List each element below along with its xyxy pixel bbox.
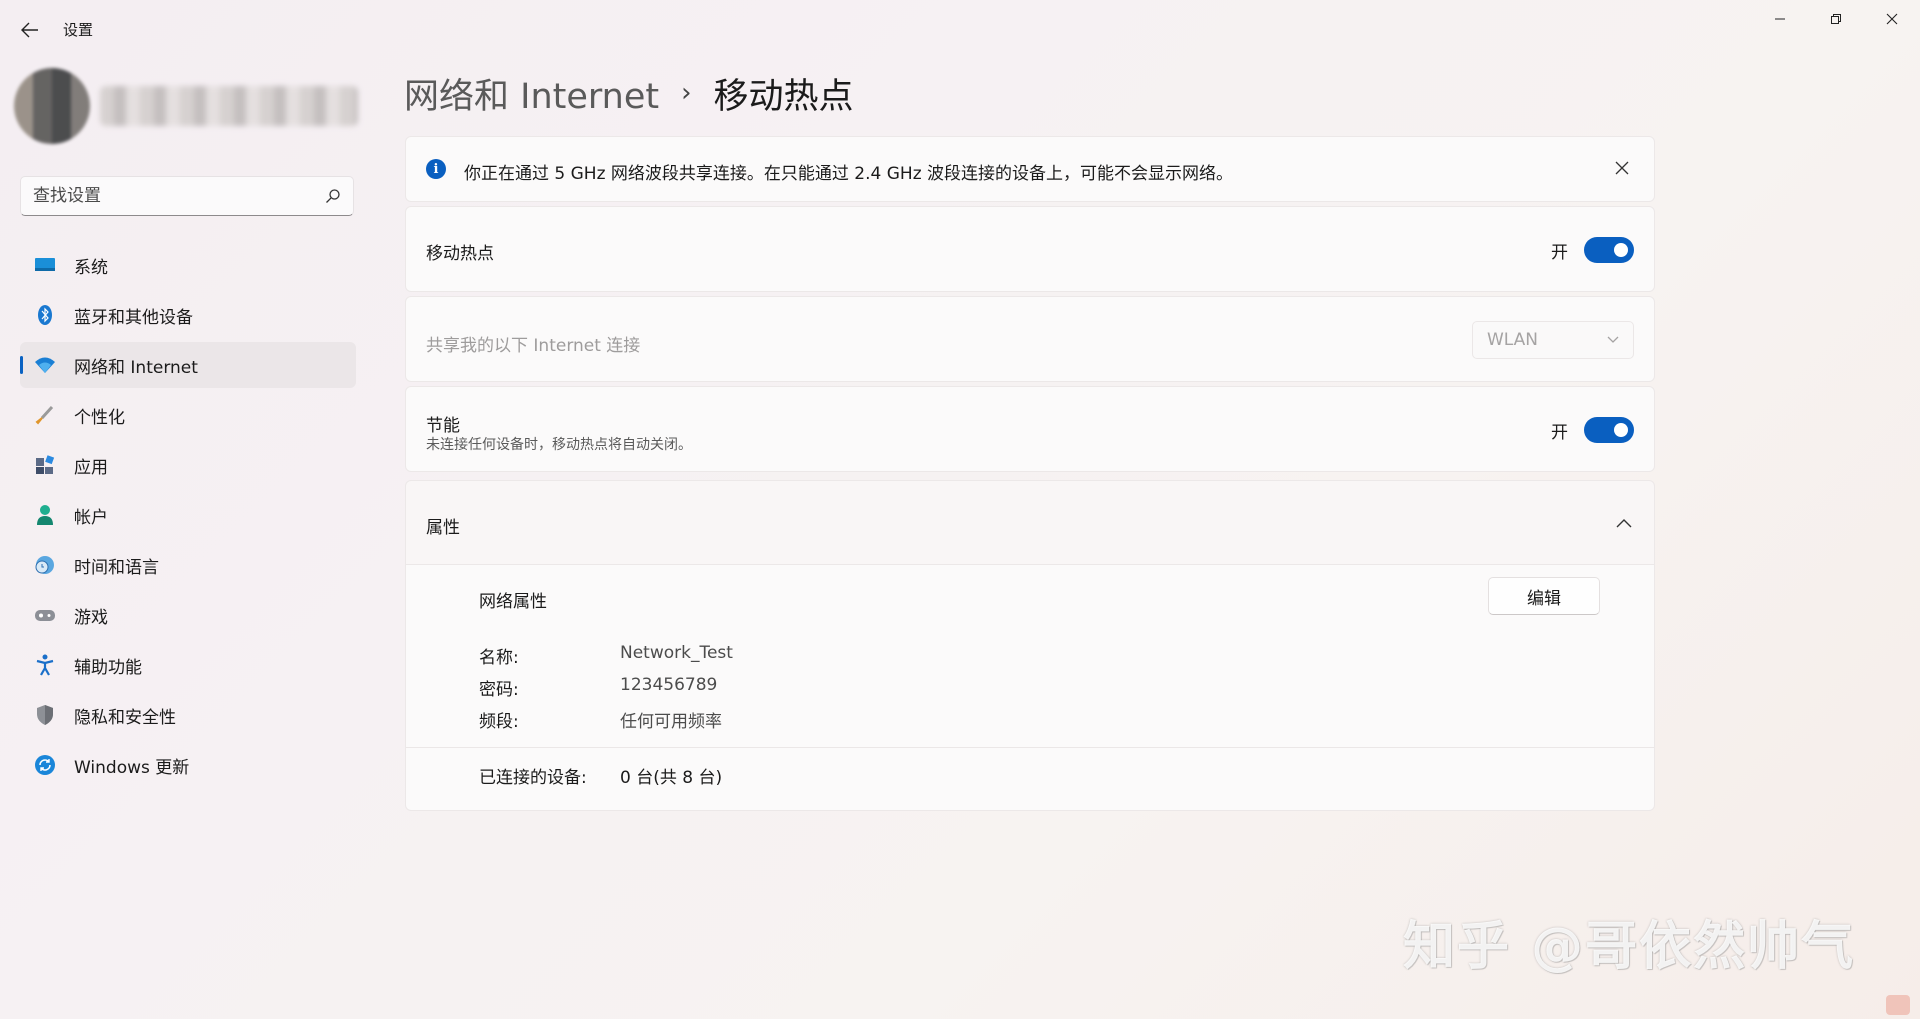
sidebar-item-network[interactable]: 网络和 Internet	[20, 342, 356, 388]
window-controls	[1752, 0, 1920, 38]
share-connection-label: 共享我的以下 Internet 连接	[426, 336, 641, 356]
dismiss-info-button[interactable]	[1610, 156, 1634, 180]
hotspot-toggle-group: 开	[1551, 237, 1634, 263]
toggle-knob	[1614, 243, 1628, 257]
info-icon: i	[426, 159, 446, 179]
properties-header-label: 属性	[426, 518, 460, 538]
user-profile[interactable]	[14, 68, 359, 146]
sidebar-item-system[interactable]: 系统	[20, 242, 356, 288]
divider	[406, 747, 1654, 748]
network-properties-title: 网络属性	[479, 592, 547, 612]
chevron-down-icon	[1607, 336, 1619, 343]
sidebar-item-label: 隐私和安全性	[74, 707, 176, 728]
connected-devices-value: 0 台(共 8 台)	[620, 768, 723, 788]
power-saving-description: 未连接任何设备时，移动热点将自动关闭。	[426, 437, 692, 453]
sidebar-item-label: Windows 更新	[74, 757, 190, 778]
edit-button[interactable]: 编辑	[1488, 577, 1600, 615]
sidebar-item-time-language[interactable]: 时间和语言	[20, 542, 356, 588]
property-password-row: 密码: 123456789	[479, 675, 717, 700]
property-password-key: 密码:	[479, 680, 519, 700]
property-password-value: 123456789	[620, 675, 718, 695]
sidebar-item-personalization[interactable]: 个性化	[20, 392, 356, 438]
watermark-badge	[1886, 995, 1910, 1015]
toggle-knob	[1614, 423, 1628, 437]
sidebar-item-gaming[interactable]: 游戏	[20, 592, 356, 638]
user-name-blurred	[100, 86, 358, 126]
power-saving-row: 节能 未连接任何设备时，移动热点将自动关闭。 开	[405, 386, 1655, 472]
restore-button[interactable]	[1808, 0, 1864, 38]
bluetooth-icon	[34, 304, 56, 326]
title-bar: 设置	[0, 0, 1920, 58]
wifi-icon	[34, 354, 56, 376]
update-icon	[34, 754, 56, 776]
sidebar-item-apps[interactable]: 应用	[20, 442, 356, 488]
sidebar-item-privacy[interactable]: 隐私和安全性	[20, 692, 356, 738]
power-saving-toggle-group: 开	[1551, 417, 1634, 443]
watermark: 知乎 @哥依然帅气	[1403, 917, 1856, 977]
properties-body: 网络属性 编辑 名称: Network_Test 密码: 123456789 频…	[405, 564, 1655, 811]
property-band-row: 频段: 任何可用频率	[479, 707, 722, 732]
sidebar-item-label: 系统	[74, 257, 108, 278]
sidebar-nav: 系统 蓝牙和其他设备 网络和 Internet 个性化 应用 帐户 时间和语言 …	[20, 242, 356, 792]
close-icon	[1615, 161, 1629, 175]
close-icon	[1886, 13, 1898, 25]
connected-devices-row: 已连接的设备: 0 台(共 8 台)	[479, 763, 722, 788]
minimize-button[interactable]	[1752, 0, 1808, 38]
property-band-key: 频段:	[479, 712, 519, 732]
sidebar-item-accounts[interactable]: 帐户	[20, 492, 356, 538]
power-saving-label: 节能	[426, 416, 460, 436]
search-box[interactable]	[20, 176, 354, 216]
hotspot-label: 移动热点	[426, 244, 494, 264]
chevron-up-icon[interactable]	[1614, 513, 1634, 533]
page-title: 移动热点	[713, 76, 854, 117]
avatar	[14, 68, 90, 144]
clock-globe-icon	[34, 554, 56, 576]
sidebar-item-label: 游戏	[74, 607, 108, 628]
breadcrumb-parent[interactable]: 网络和 Internet	[404, 68, 659, 119]
app-title: 设置	[63, 21, 94, 39]
power-saving-toggle[interactable]	[1584, 417, 1634, 443]
back-button[interactable]	[14, 14, 46, 46]
back-arrow-icon	[21, 22, 38, 38]
info-message: 你正在通过 5 GHz 网络波段共享连接。在只能通过 2.4 GHz 波段连接的…	[464, 164, 1234, 184]
property-name-value: Network_Test	[620, 643, 733, 663]
properties-header[interactable]: 属性	[405, 480, 1655, 565]
info-bar: i 你正在通过 5 GHz 网络波段共享连接。在只能通过 2.4 GHz 波段连…	[405, 136, 1655, 202]
apps-icon	[34, 454, 56, 476]
accessibility-icon	[34, 654, 56, 676]
breadcrumb-separator: ›	[681, 78, 692, 108]
restore-icon	[1831, 14, 1841, 24]
hotspot-toggle[interactable]	[1584, 237, 1634, 263]
person-icon	[34, 504, 56, 526]
sidebar-item-windows-update[interactable]: Windows 更新	[20, 742, 356, 788]
search-input[interactable]	[33, 186, 325, 206]
sidebar-item-label: 辅助功能	[74, 657, 142, 678]
brush-icon	[34, 404, 56, 426]
hotspot-state-text: 开	[1551, 242, 1568, 263]
sidebar-item-label: 个性化	[74, 407, 125, 428]
property-name-key: 名称:	[479, 648, 519, 668]
sidebar-item-label: 时间和语言	[74, 557, 159, 578]
hotspot-row: 移动热点 开	[405, 206, 1655, 292]
minimize-icon	[1775, 18, 1785, 20]
sidebar-item-label: 应用	[74, 457, 108, 478]
property-name-row: 名称: Network_Test	[479, 643, 733, 668]
share-connection-row: 共享我的以下 Internet 连接 WLAN	[405, 296, 1655, 382]
dropdown-value: WLAN	[1487, 330, 1539, 350]
sidebar-item-accessibility[interactable]: 辅助功能	[20, 642, 356, 688]
property-band-value: 任何可用频率	[620, 712, 722, 732]
power-saving-state-text: 开	[1551, 422, 1568, 443]
sidebar-item-label: 网络和 Internet	[74, 357, 198, 378]
gamepad-icon	[34, 604, 56, 626]
sidebar-item-label: 蓝牙和其他设备	[74, 307, 193, 328]
sidebar-item-bluetooth[interactable]: 蓝牙和其他设备	[20, 292, 356, 338]
breadcrumb: 网络和 Internet › 移动热点	[404, 68, 854, 119]
search-icon[interactable]	[325, 188, 341, 204]
monitor-icon	[34, 254, 56, 276]
connected-devices-key: 已连接的设备:	[479, 768, 587, 788]
close-button[interactable]	[1864, 0, 1920, 38]
share-connection-dropdown[interactable]: WLAN	[1472, 321, 1634, 359]
sidebar-item-label: 帐户	[74, 507, 108, 528]
shield-icon	[34, 704, 56, 726]
